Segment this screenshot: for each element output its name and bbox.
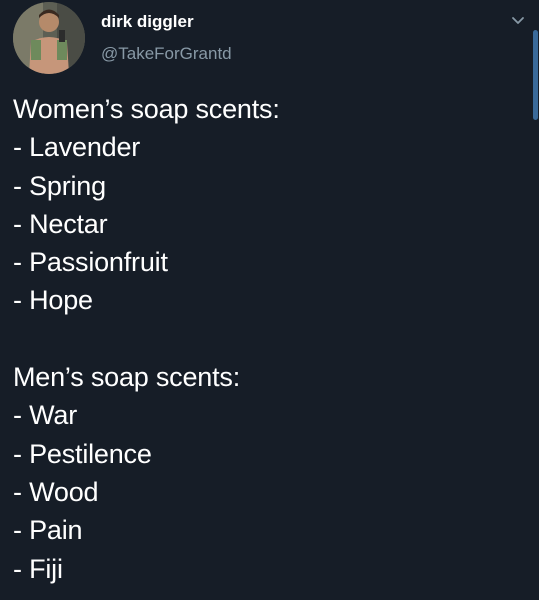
list-item: - Passionfruit (13, 247, 168, 278)
list-item: - Pain (13, 515, 83, 546)
tweet: dirk diggler @TakeForGrantd Women’s soap… (0, 0, 539, 600)
list-item: - Lavender (13, 132, 141, 163)
list-item: - Wood (13, 476, 99, 507)
user-handle[interactable]: @TakeForGrantd (101, 44, 232, 64)
profile-photo-icon (13, 2, 85, 74)
display-name[interactable]: dirk diggler (101, 12, 194, 32)
list-item: - Pestilence (13, 438, 152, 469)
list-item: - War (13, 400, 77, 431)
womens-heading: Women’s soap scents: (13, 94, 280, 124)
list-item: - Spring (13, 170, 106, 201)
chevron-down-icon[interactable] (507, 9, 529, 31)
scrollbar[interactable] (533, 30, 538, 120)
list-item: - Hope (13, 285, 93, 316)
tweet-text: Women’s soap scents: - Lavender - Spring… (13, 90, 523, 588)
avatar[interactable] (13, 2, 85, 74)
mens-heading: Men’s soap scents: (13, 362, 241, 393)
list-item: - Fiji (13, 553, 63, 584)
list-item: - Nectar (13, 208, 108, 239)
